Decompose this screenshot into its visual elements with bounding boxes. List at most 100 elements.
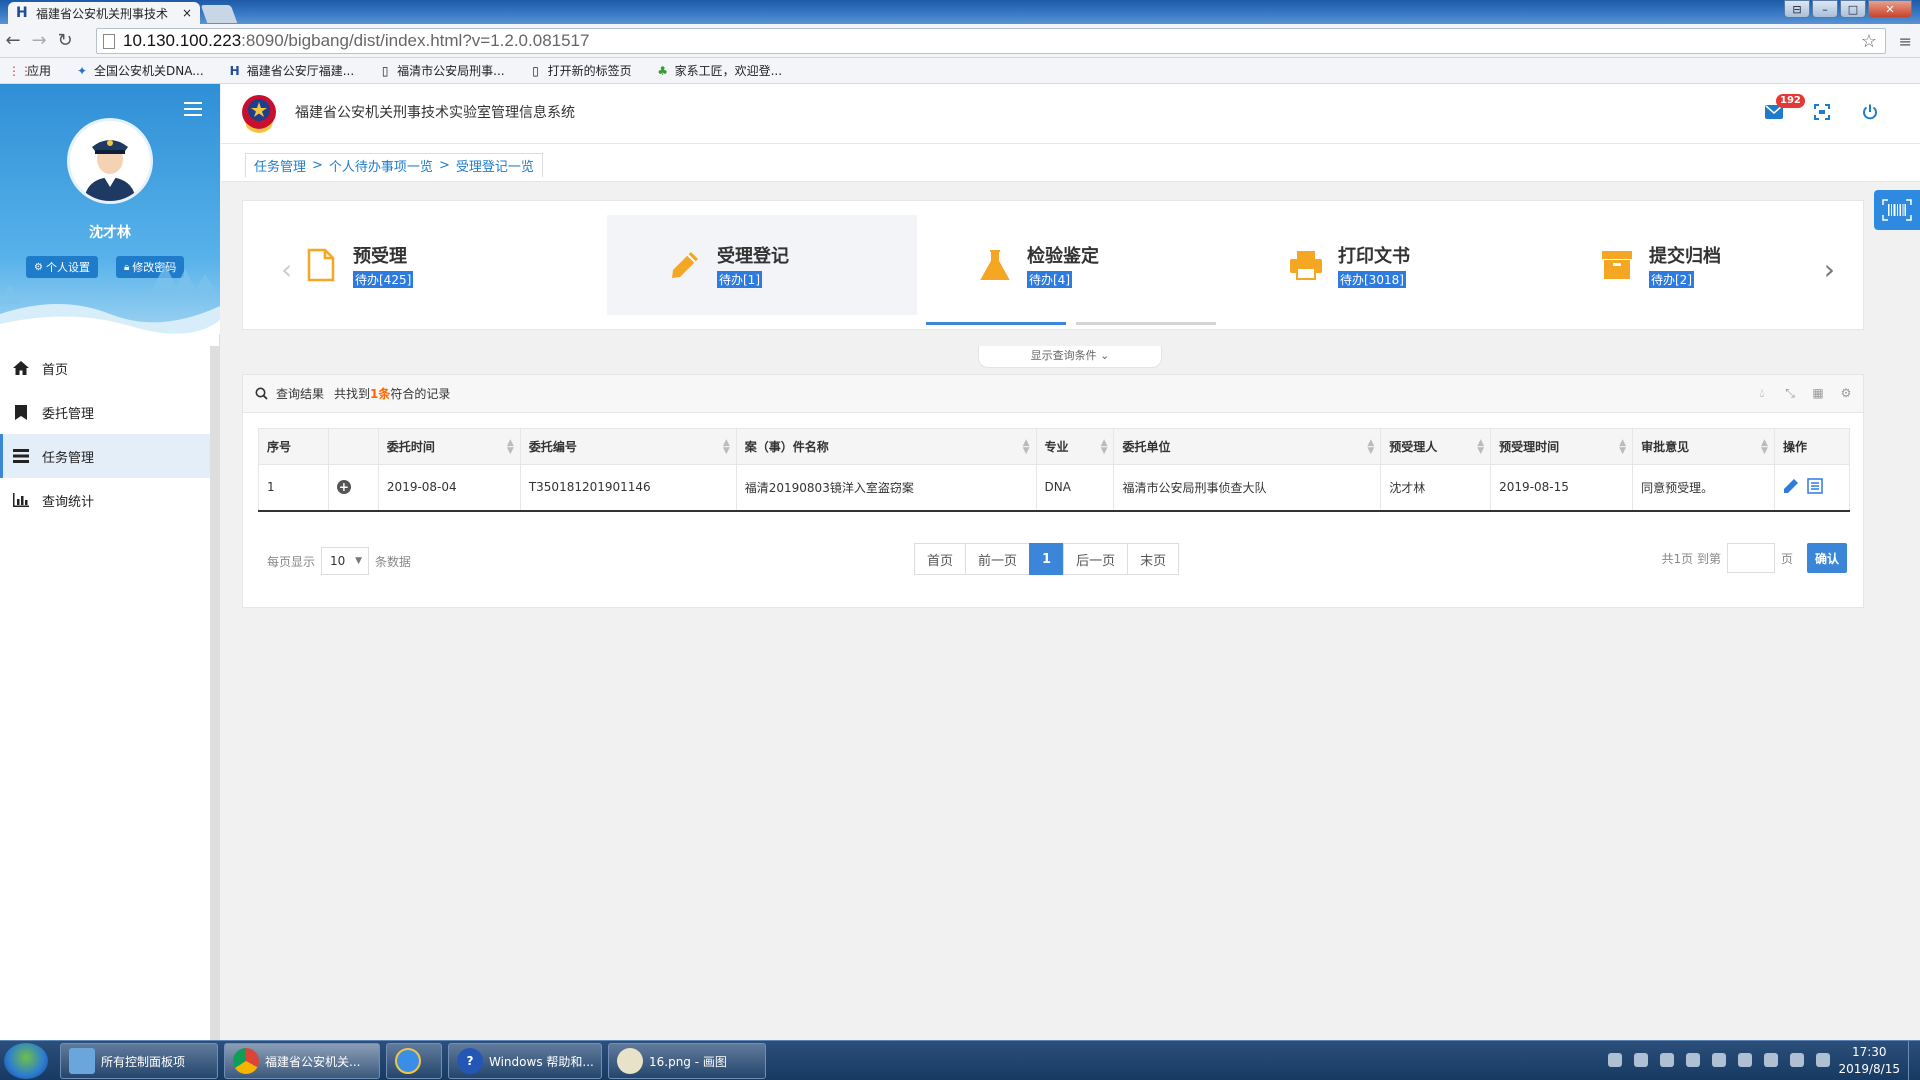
sidebar-item-statistics[interactable]: 查询统计 [0, 478, 219, 522]
window-controls: ⊟ – □ ✕ [1784, 0, 1912, 18]
new-tab-button[interactable] [200, 5, 238, 23]
bookmark-fuqing[interactable]: ▯ 福清市公安局刑事... [378, 62, 505, 79]
sidebar-item-label: 委托管理 [42, 406, 95, 422]
chevron-right-icon[interactable]: › [1824, 253, 1835, 286]
show-query-conditions-toggle[interactable]: 显示查询条件 ⌄ [978, 346, 1162, 368]
app-root: 沈才林 ⚙ 个人设置 🔒︎ 修改密码 首页 委托管理 任务管理 查询统计 福建省… [0, 84, 1920, 1040]
reload-icon[interactable]: ↻ [52, 30, 78, 51]
breadcrumb-item[interactable]: 任务管理 [254, 156, 306, 175]
h-logo-icon: H [229, 63, 240, 78]
col-header-specialty[interactable]: 专业 ▲ ▼ [1035, 428, 1115, 465]
sidebar-item-tasks[interactable]: 任务管理 [0, 434, 219, 478]
shield-check-icon[interactable] [1712, 1053, 1726, 1067]
volume-icon[interactable] [1816, 1053, 1830, 1067]
column-settings-icon[interactable]: ⚙ [1839, 386, 1853, 400]
sort-icon[interactable]: ▲ ▼ [1761, 439, 1768, 456]
bookmark-apps[interactable]: ⋮⋮ 应用 [8, 62, 51, 79]
flag-icon[interactable] [1764, 1053, 1778, 1067]
excel-export-icon[interactable]: ▦ [1811, 386, 1825, 400]
minimize-icon[interactable]: – [1812, 0, 1838, 18]
breadcrumb-item[interactable]: 个人待办事项一览 [329, 156, 433, 175]
tree-icon: ♣ [657, 63, 668, 78]
col-header-commission-time[interactable]: 委托时间 ▲ ▼ [377, 428, 521, 465]
logout-button[interactable] [1860, 102, 1880, 122]
printer-tray-icon[interactable] [1738, 1053, 1752, 1067]
last-page-button[interactable]: 末页 [1127, 543, 1180, 575]
page-size-select[interactable]: 10 ▼ [321, 547, 370, 575]
taskbar-chrome[interactable]: 福建省公安机关... [224, 1043, 380, 1079]
expand-plus-icon[interactable]: + [336, 480, 351, 495]
taskbar-windows-help[interactable]: ? Windows 帮助和... [448, 1043, 602, 1079]
browser-tab[interactable]: H 福建省公安机关刑事技术 × [8, 2, 200, 24]
drop-icon[interactable]: 💧︎ [1755, 386, 1769, 400]
sidebar-item-home[interactable]: 首页 [0, 346, 219, 390]
sort-icon[interactable]: ▲ ▼ [1619, 439, 1626, 456]
step-registration[interactable]: 受理登记 待办[1] [607, 215, 917, 315]
sort-icon[interactable]: ▲ ▼ [723, 439, 730, 456]
taskbar-paint[interactable]: 16.png - 画图 [608, 1043, 766, 1079]
bookmark-star-icon[interactable]: ☆ [1861, 31, 1877, 52]
first-page-button[interactable]: 首页 [914, 543, 967, 575]
window-close-icon[interactable]: ✕ [1868, 0, 1912, 18]
step-pre-acceptance[interactable]: 预受理 待办[425] [243, 215, 553, 315]
system-title: 福建省公安机关刑事技术实验室管理信息系统 [295, 105, 575, 121]
network-icon[interactable] [1790, 1053, 1804, 1067]
hamburger-menu-icon[interactable] [184, 102, 202, 116]
restore-small-icon[interactable]: ⊟ [1784, 0, 1810, 18]
sort-icon[interactable]: ▲ ▼ [507, 439, 514, 456]
breadcrumb-item[interactable]: 受理登记一览 [456, 156, 534, 175]
next-page-button[interactable]: 后一页 [1063, 543, 1129, 575]
sort-icon[interactable]: ▲ ▼ [1023, 439, 1030, 456]
prev-page-button[interactable]: 前一页 [965, 543, 1031, 575]
col-header-unit[interactable]: 委托单位 ▲ ▼ [1113, 428, 1382, 465]
browser-menu-icon[interactable]: ≡ [1899, 32, 1912, 51]
sidebar-scrollbar[interactable] [210, 346, 220, 1040]
page-icon [103, 33, 115, 49]
compress-icon[interactable]: ⤡ [1783, 386, 1797, 400]
url-host: 10.130.100.223 [123, 31, 242, 50]
edit-icon[interactable] [1783, 478, 1799, 494]
keyboard-icon[interactable] [1608, 1053, 1622, 1067]
bookmark-fujian[interactable]: H 福建省公安厅福建... [228, 62, 354, 79]
address-bar[interactable]: 10.130.100.223:8090/bigbang/dist/index.h… [96, 28, 1886, 54]
step-archive[interactable]: 提交归档 待办[2] [1539, 215, 1819, 315]
col-header-case-name[interactable]: 案（事）件名称 ▲ ▼ [735, 428, 1037, 465]
col-header-commission-no[interactable]: 委托编号 ▲ ▼ [519, 428, 737, 465]
taskbar-control-panel[interactable]: 所有控制面板项 [60, 1043, 218, 1079]
security-icon[interactable] [1660, 1053, 1674, 1067]
col-header-pre-accept-time[interactable]: 预受理时间 ▲ ▼ [1490, 428, 1634, 465]
step-examination[interactable]: 检验鉴定 待办[4] [917, 215, 1227, 315]
step-print-documents[interactable]: 打印文书 待办[3018] [1228, 215, 1538, 315]
sort-icon[interactable]: ▲ ▼ [1477, 439, 1484, 456]
col-header-pre-acceptor[interactable]: 预受理人 ▲ ▼ [1380, 428, 1492, 465]
back-icon[interactable]: ← [0, 30, 26, 51]
barcode-scan-button[interactable] [1874, 190, 1920, 230]
taskbar-ie[interactable] [386, 1043, 442, 1079]
bookmark-newtab[interactable]: ▯ 打开新的标签页 [529, 62, 631, 79]
page-jump-input[interactable] [1726, 543, 1775, 573]
antivirus-icon[interactable] [1686, 1053, 1700, 1067]
cell-expand[interactable]: + [327, 464, 379, 512]
sidebar-item-commission[interactable]: 委托管理 [0, 390, 219, 434]
shield-icon[interactable] [1634, 1053, 1648, 1067]
current-page-button[interactable]: 1 [1029, 543, 1065, 575]
apps-icon: ⋮⋮ [8, 63, 32, 78]
maximize-icon[interactable]: □ [1840, 0, 1866, 18]
bookmark-family[interactable]: ♣ 家系工匠，欢迎登... [656, 62, 782, 79]
mail-button[interactable]: 192 [1764, 94, 1805, 122]
system-clock[interactable]: 17:30 2019/8/15 [1838, 1044, 1900, 1078]
fullscreen-button[interactable] [1812, 102, 1832, 122]
sort-icon[interactable]: ▲ ▼ [1101, 439, 1108, 456]
bookmark-dna[interactable]: ✦ 全国公安机关DNA... [75, 62, 204, 79]
show-desktop-button[interactable] [1908, 1041, 1920, 1080]
carousel-indicator[interactable] [1076, 322, 1216, 325]
register-form-icon[interactable] [1807, 478, 1823, 494]
carousel-indicator-active[interactable] [926, 322, 1066, 325]
tab-close-icon[interactable]: × [182, 6, 192, 20]
col-header-opinion[interactable]: 审批意见 ▲ ▼ [1632, 428, 1775, 465]
sort-icon[interactable]: ▲ ▼ [1367, 439, 1374, 456]
start-button[interactable] [4, 1043, 48, 1079]
forward-icon[interactable]: → [26, 30, 52, 51]
confirm-button[interactable]: 确认 [1806, 543, 1847, 573]
table-row[interactable]: 1 + 2019-08-04 T350181201901146 福清201908… [258, 464, 1851, 512]
